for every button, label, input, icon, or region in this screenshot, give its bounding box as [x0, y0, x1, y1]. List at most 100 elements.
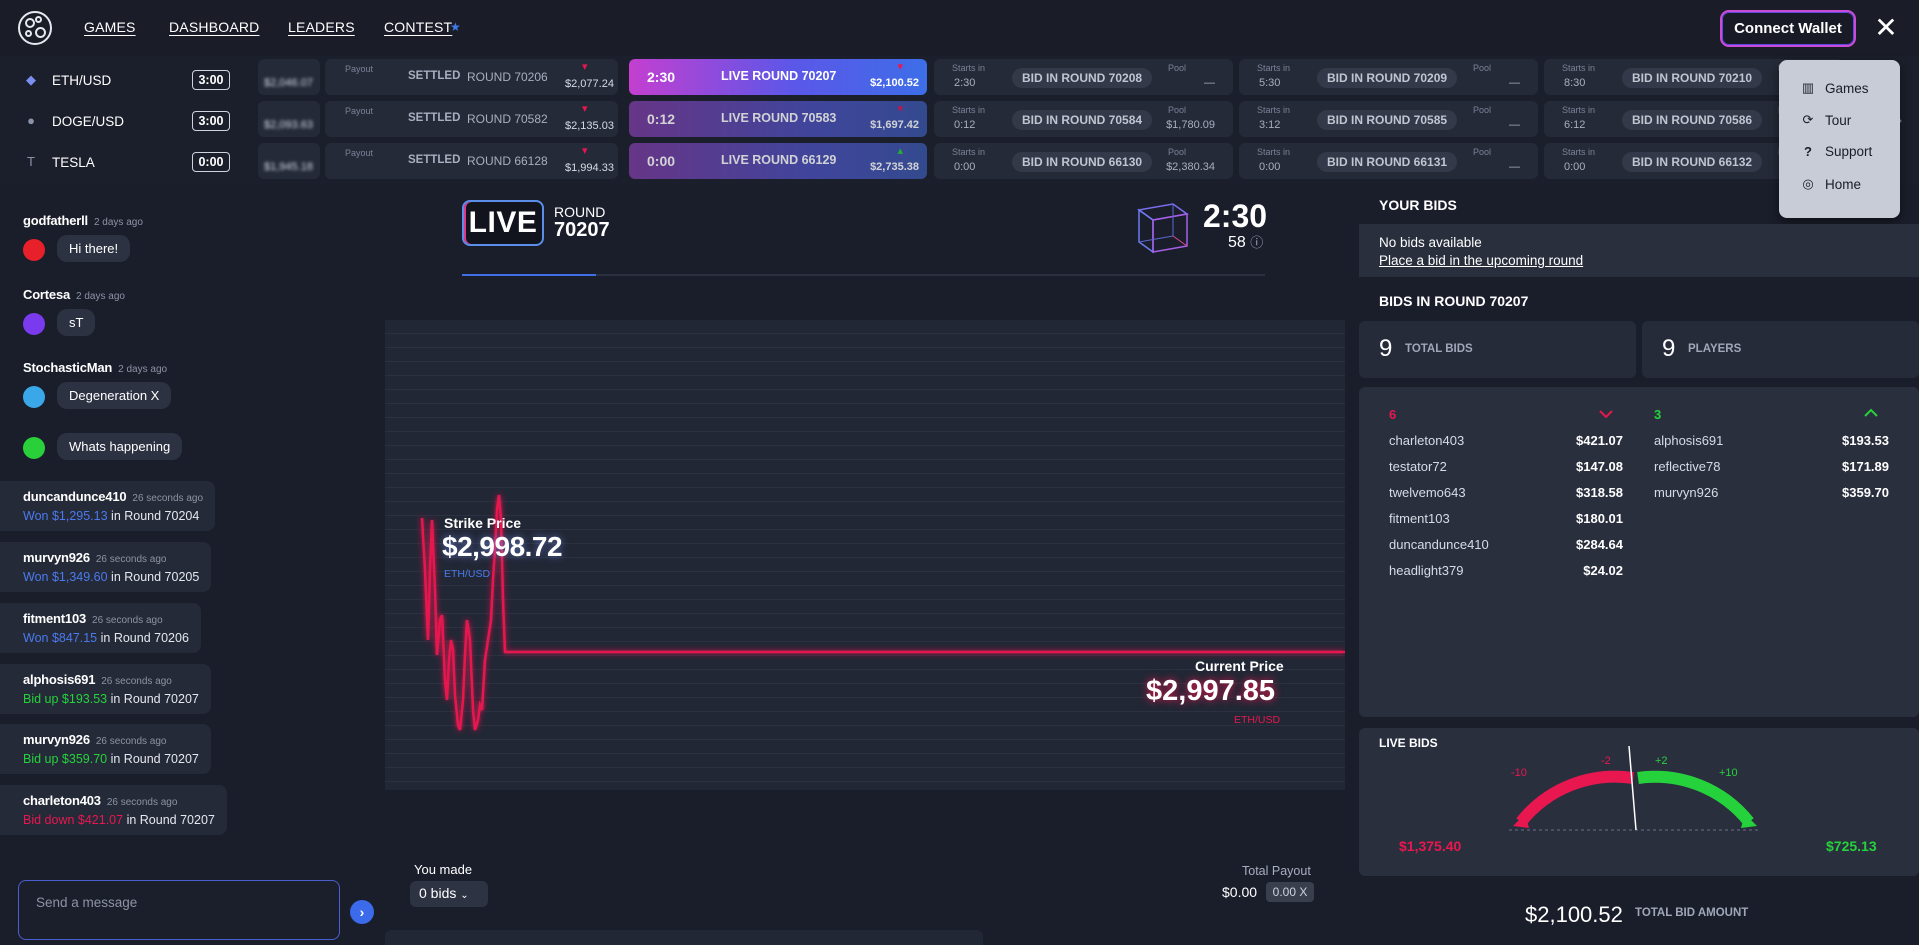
bid-in-round-pill[interactable]: BID IN ROUND 70209 — [1317, 68, 1458, 88]
live-round-cell[interactable]: 0:12 LIVE ROUND 70583 ▾ $1,697.42 — [629, 101, 927, 137]
nav-leaders[interactable]: LEADERS — [288, 19, 355, 35]
settled-round-cell[interactable]: Payout SETTLED ROUND 70206 ▾ $2,077.24 — [325, 59, 618, 95]
bidder-name[interactable]: duncandunce410 — [1389, 537, 1489, 552]
bid-in-round-pill[interactable]: BID IN ROUND 70210 — [1622, 68, 1763, 88]
event-username[interactable]: alphosis691 — [23, 672, 95, 687]
starts-in-value: 0:00 — [1259, 161, 1281, 173]
starts-in-label: Starts in — [1257, 147, 1291, 157]
tesla-icon: T — [27, 154, 35, 169]
current-price-label: Current Price — [1195, 658, 1284, 674]
round-number: 70207 — [554, 219, 610, 241]
settled-round-cell[interactable]: Payout SETTLED ROUND 66128 ▾ $1,994.33 — [325, 143, 618, 179]
avatar[interactable] — [23, 313, 45, 335]
settled-label: SETTLED — [408, 154, 461, 166]
upcoming-round-cell[interactable]: Starts in 3:12 BID IN ROUND 70585 Pool — — [1239, 101, 1538, 137]
live-round-cell[interactable]: 0:00 LIVE ROUND 66129 ▴ $2,735.38 — [629, 143, 927, 179]
live-time: 0:12 — [647, 111, 676, 127]
starts-in-value: 0:00 — [954, 161, 976, 173]
chat-username[interactable]: Cortesa 2 days ago — [23, 287, 125, 302]
starts-in-label: Starts in — [1257, 63, 1291, 73]
payout-label: Payout — [345, 64, 374, 74]
bid-in-round-pill[interactable]: BID IN ROUND 66132 — [1622, 152, 1763, 172]
asset-row[interactable]: ◆ ETH/USD 3:00 — [0, 61, 240, 99]
menu-item-tour[interactable]: ⟳ Tour — [1801, 112, 1852, 128]
blurred-price: $2,046.07 — [264, 77, 313, 89]
live-round-cell[interactable]: 2:30 LIVE ROUND 70207 ▾ $2,100.52 — [629, 59, 927, 95]
asset-row[interactable]: ● DOGE/USD 3:00 — [0, 102, 240, 140]
asset-name: DOGE/USD — [52, 114, 125, 129]
message-box[interactable] — [18, 880, 340, 940]
asset-row[interactable]: T TESLA 0:00 — [0, 143, 240, 181]
nav-dashboard[interactable]: DASHBOARD — [169, 19, 259, 35]
settled-round: ROUND 66128 — [467, 154, 548, 168]
menu-item-support[interactable]: ? Support — [1801, 144, 1872, 159]
bidder-name[interactable]: alphosis691 — [1654, 433, 1723, 448]
place-bid-link[interactable]: Place a bid in the upcoming round — [1379, 253, 1583, 268]
live-price: $2,735.38 — [870, 161, 919, 173]
event-username[interactable]: fitment103 — [23, 611, 86, 626]
chat-username[interactable]: godfatherll 2 days ago — [23, 213, 143, 228]
players-count: 9 — [1662, 335, 1676, 362]
info-icon[interactable]: ⓘ — [1250, 235, 1263, 250]
connect-wallet-button[interactable]: Connect Wallet — [1720, 10, 1856, 47]
menu-item-home[interactable]: ◎ Home — [1801, 176, 1861, 192]
live-time: 2:30 — [647, 69, 676, 85]
bid-in-round-pill[interactable]: BID IN ROUND 66130 — [1012, 152, 1153, 172]
avatar[interactable] — [23, 437, 45, 459]
bid-in-round-pill[interactable]: BID IN ROUND 70584 — [1012, 110, 1153, 130]
top-nav: GAMES DASHBOARD LEADERS CONTEST ★ Connec… — [0, 0, 1919, 56]
settled-round-cell[interactable]: Payout SETTLED ROUND 70582 ▾ $2,135.03 — [325, 101, 618, 137]
strike-price-label: Strike Price — [444, 515, 522, 531]
logo-icon[interactable] — [18, 11, 52, 45]
bidder-name[interactable]: twelvemo643 — [1389, 485, 1466, 500]
event-time: 26 seconds ago — [106, 797, 178, 808]
event-time: 26 seconds ago — [95, 554, 167, 565]
asset-name: TESLA — [52, 155, 95, 170]
event-username[interactable]: charleton403 — [23, 793, 101, 808]
cube-icon — [1137, 203, 1189, 254]
event-username[interactable]: murvyn926 — [23, 732, 90, 747]
pool-value: — — [1509, 77, 1520, 89]
upcoming-round-cell[interactable]: Starts in 5:30 BID IN ROUND 70209 Pool — — [1239, 59, 1538, 95]
pool-label: Pool — [1168, 105, 1187, 115]
send-button[interactable]: › — [350, 900, 374, 924]
round-label: ROUND — [554, 204, 606, 220]
bids-select[interactable]: 0 bids ⌄ — [410, 881, 488, 907]
bidder-name[interactable]: charleton403 — [1389, 433, 1464, 448]
bidder-name[interactable]: testator72 — [1389, 459, 1447, 474]
settled-price: $1,994.33 — [565, 162, 614, 174]
bid-in-round-pill[interactable]: BID IN ROUND 70586 — [1622, 110, 1763, 130]
avatar[interactable] — [23, 239, 45, 261]
bidder-name[interactable]: headlight379 — [1389, 563, 1463, 578]
upcoming-round-cell[interactable]: Starts in 2:30 BID IN ROUND 70208 Pool — — [934, 59, 1233, 95]
settled-label: SETTLED — [408, 112, 461, 124]
menu-item-games[interactable]: ▥ Games — [1801, 80, 1869, 96]
bid-in-round-pill[interactable]: BID IN ROUND 70208 — [1012, 68, 1153, 88]
upcoming-round-cell[interactable]: Starts in 0:00 BID IN ROUND 66130 Pool $… — [934, 143, 1233, 179]
event-username[interactable]: duncandunce410 — [23, 489, 127, 504]
settled-round: ROUND 70582 — [467, 112, 548, 126]
message-input[interactable] — [36, 895, 316, 910]
bid-in-round-pill[interactable]: BID IN ROUND 66131 — [1317, 152, 1458, 172]
bidder-name[interactable]: reflective78 — [1654, 459, 1720, 474]
upcoming-round-cell[interactable]: Starts in 0:12 BID IN ROUND 70584 Pool $… — [934, 101, 1233, 137]
live-label: LIVE ROUND 70207 — [721, 69, 837, 83]
down-total: $1,375.40 — [1399, 838, 1462, 854]
chat-username[interactable]: StochasticMan 2 days ago — [23, 360, 167, 375]
close-icon[interactable]: ✕ — [1873, 12, 1899, 44]
bidder-name[interactable]: fitment103 — [1389, 511, 1450, 526]
event-action: Won $1,295.13 — [23, 509, 108, 523]
current-price-value: $2,997.85 — [1146, 675, 1276, 707]
strike-price-value: $2,998.72 — [442, 531, 563, 562]
bid-in-round-pill[interactable]: BID IN ROUND 70585 — [1317, 110, 1458, 130]
event-username[interactable]: murvyn926 — [23, 550, 90, 565]
avatar[interactable] — [23, 386, 45, 408]
upcoming-round-cell[interactable]: Starts in 0:00 BID IN ROUND 66131 Pool — — [1239, 143, 1538, 179]
chevron-down-icon — [1599, 410, 1613, 419]
nav-games[interactable]: GAMES — [84, 19, 136, 35]
bidder-name[interactable]: murvyn926 — [1654, 485, 1718, 500]
event-action: Won $1,349.60 — [23, 570, 108, 584]
event-round: in Round 70207 — [110, 692, 199, 706]
nav-contest[interactable]: CONTEST — [384, 19, 452, 35]
live-badge: LIVE — [462, 200, 544, 246]
